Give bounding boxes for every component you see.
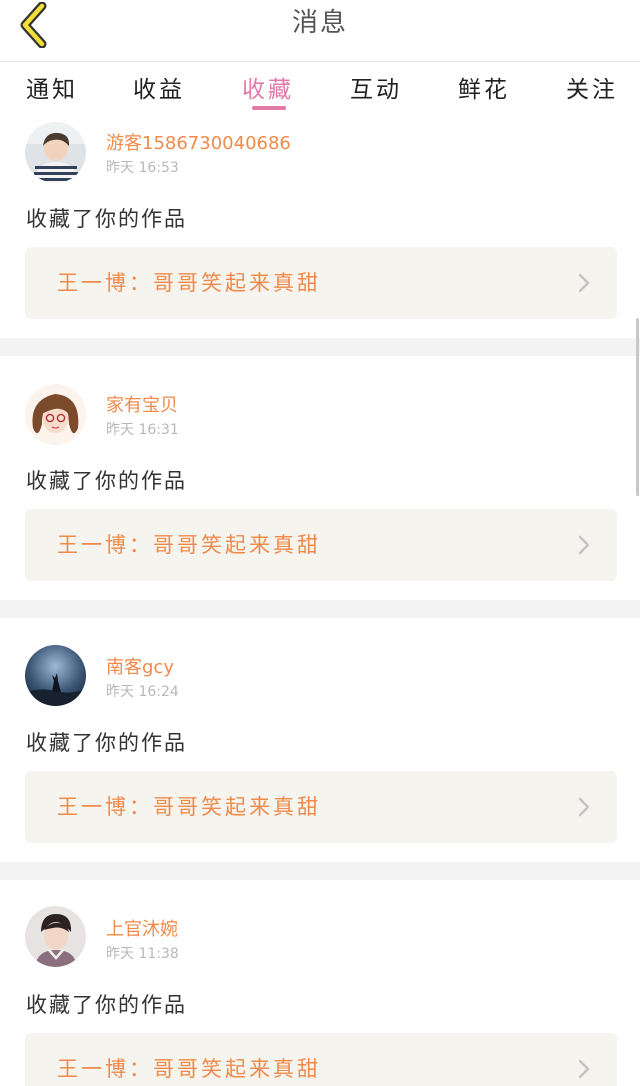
- chevron-right-icon: [578, 1059, 590, 1079]
- username[interactable]: 上官沐婉: [106, 915, 178, 941]
- boy-avatar-icon[interactable]: [25, 122, 86, 183]
- timestamp: 昨天 11:38: [106, 946, 179, 962]
- tab-earnings[interactable]: 收益: [119, 70, 199, 104]
- work-title: 王一博：哥哥笑起来真甜: [57, 271, 321, 295]
- girl-avatar-icon[interactable]: [25, 384, 86, 445]
- tab-interaction[interactable]: 互动: [336, 70, 416, 104]
- list-item: 南客gcy 昨天 16:24 收藏了你的作品 王一博：哥哥笑起来真甜: [0, 618, 640, 862]
- chevron-right-icon: [578, 797, 590, 817]
- work-link[interactable]: 王一博：哥哥笑起来真甜: [25, 247, 617, 319]
- chevron-right-icon: [578, 535, 590, 555]
- tab-notice[interactable]: 通知: [12, 70, 92, 104]
- timestamp: 昨天 16:53: [106, 160, 179, 176]
- list-item: 上官沐婉 昨天 11:38 收藏了你的作品 王一博：哥哥笑起来真甜: [0, 880, 640, 1086]
- tab-follow[interactable]: 关注: [552, 70, 632, 104]
- divider: [0, 600, 640, 618]
- timestamp: 昨天 16:31: [106, 422, 179, 438]
- work-link[interactable]: 王一博：哥哥笑起来真甜: [25, 509, 617, 581]
- tab-bar: 通知 收益 收藏 互动 鲜花 关注: [0, 62, 640, 114]
- list-item: 家有宝贝 昨天 16:31 收藏了你的作品 王一博：哥哥笑起来真甜: [0, 356, 640, 600]
- list-item: 游客1586730040686 昨天 16:53 收藏了你的作品 王一博：哥哥笑…: [0, 114, 640, 338]
- action-text: 收藏了你的作品: [26, 993, 187, 1017]
- work-title: 王一博：哥哥笑起来真甜: [57, 1057, 321, 1081]
- chevron-right-icon: [578, 273, 590, 293]
- tab-favorites[interactable]: 收藏: [228, 70, 308, 104]
- page-title: 消息: [291, 8, 348, 38]
- action-text: 收藏了你的作品: [26, 207, 187, 231]
- action-text: 收藏了你的作品: [26, 731, 187, 755]
- work-link[interactable]: 王一博：哥哥笑起来真甜: [25, 771, 617, 843]
- tab-flowers[interactable]: 鲜花: [444, 70, 524, 104]
- top-bar: 消息: [0, 0, 640, 62]
- username[interactable]: 游客1586730040686: [106, 129, 291, 155]
- wolf-avatar-icon[interactable]: [25, 645, 86, 706]
- active-tab-indicator: [252, 106, 286, 110]
- work-title: 王一博：哥哥笑起来真甜: [57, 533, 321, 557]
- username[interactable]: 南客gcy: [106, 653, 174, 679]
- scrollbar[interactable]: [636, 318, 639, 496]
- action-text: 收藏了你的作品: [26, 469, 187, 493]
- divider: [0, 338, 640, 356]
- username[interactable]: 家有宝贝: [106, 391, 178, 417]
- timestamp: 昨天 16:24: [106, 684, 179, 700]
- work-title: 王一博：哥哥笑起来真甜: [57, 795, 321, 819]
- work-link[interactable]: 王一博：哥哥笑起来真甜: [25, 1033, 617, 1086]
- man-avatar-icon[interactable]: [25, 906, 86, 967]
- divider: [0, 862, 640, 880]
